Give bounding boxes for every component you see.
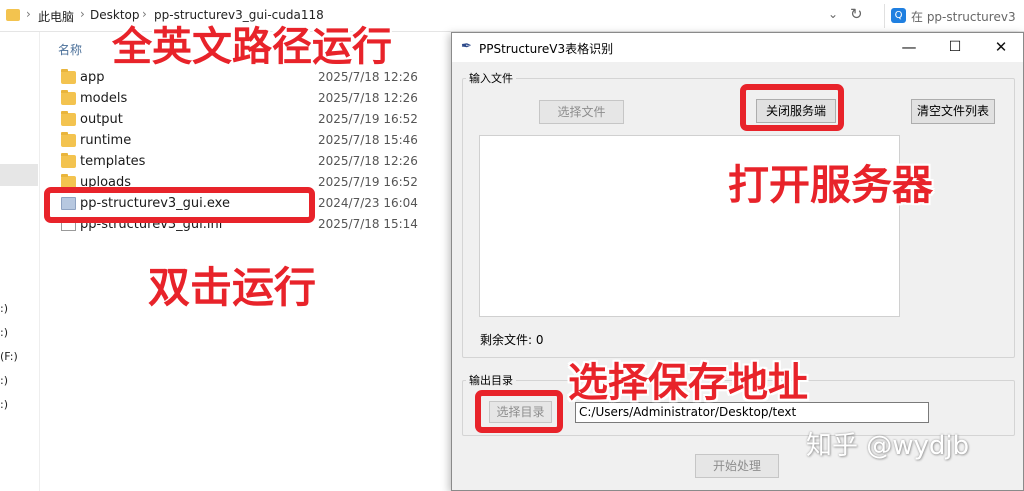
search-input[interactable]: Q 在 pp-structurev3 [884,4,1024,28]
annotation-double-click: 双击运行 [148,263,317,312]
column-header-name[interactable]: 名称 [58,41,82,58]
start-processing-button[interactable]: 开始处理 [695,454,779,478]
nav-drive-item[interactable]: :) [0,326,8,339]
file-name: app [80,70,105,85]
folder-icon [61,69,76,84]
annotation-english-path: 全英文路径运行 [112,24,392,70]
nav-drive-item[interactable]: :) [0,398,8,411]
annotation-save-path: 选择保存地址 [568,360,808,406]
file-date: 2024/7/23 16:04 [318,196,418,210]
file-row-templates[interactable]: templates 2025/7/18 12:26 [58,152,458,172]
file-row-models[interactable]: models 2025/7/18 12:26 [58,89,458,109]
folder-icon [61,111,76,126]
clear-file-list-button[interactable]: 清空文件列表 [911,99,995,124]
folder-icon [6,9,20,21]
search-icon: Q [891,8,906,23]
chevron-right-icon: › [80,7,85,21]
nav-drive-item[interactable]: (F:) [0,350,18,363]
highlight-select-dir-box [475,390,563,433]
output-group-label: 输出目录 [466,372,516,388]
navigation-pane: :) :) (F:) :) :) [0,32,40,491]
maximize-button[interactable]: ☐ [932,33,978,62]
file-name: models [80,91,128,106]
input-group-label: 输入文件 [466,70,516,86]
zhihu-watermark: 知乎 @wydjb [806,431,970,461]
file-row-runtime[interactable]: runtime 2025/7/18 15:46 [58,131,458,151]
remaining-files-label: 剩余文件: 0 [480,333,544,347]
file-date: 2025/7/19 16:52 [318,112,418,126]
minimize-button[interactable]: — [886,33,932,62]
search-placeholder: 在 pp-structurev3 [911,10,1016,24]
file-date: 2025/7/18 12:26 [318,70,418,84]
select-file-button[interactable]: 选择文件 [539,100,624,124]
nav-drive-item[interactable]: :) [0,302,8,315]
breadcrumb-item[interactable]: 此电脑 [38,8,74,25]
folder-icon [61,132,76,147]
folder-icon [61,153,76,168]
close-button[interactable]: ✕ [978,33,1024,62]
annotation-open-server: 打开服务器 [728,161,933,209]
file-date: 2025/7/18 12:26 [318,91,418,105]
file-date: 2025/7/18 15:14 [318,217,418,231]
highlight-close-server-box [740,84,844,131]
file-date: 2025/7/18 15:46 [318,133,418,147]
file-name: output [80,112,123,127]
feather-icon: ✒ [461,39,472,54]
nav-drive-item[interactable]: :) [0,374,8,387]
chevron-right-icon: › [26,7,31,21]
nav-selected-item[interactable] [0,164,38,186]
file-name: runtime [80,133,132,148]
refresh-icon[interactable]: ↻ [850,5,863,23]
highlight-exe-box [44,187,315,223]
file-row-output[interactable]: output 2025/7/19 16:52 [58,110,458,130]
folder-icon [61,90,76,105]
file-name: templates [80,154,146,169]
file-date: 2025/7/18 12:26 [318,154,418,168]
file-date: 2025/7/19 16:52 [318,175,418,189]
dialog-title: PPStructureV3表格识别 [479,42,614,56]
chevron-down-icon[interactable]: ⌄ [828,7,838,21]
dialog-titlebar[interactable]: ✒ PPStructureV3表格识别 — ☐ ✕ [452,33,1023,62]
